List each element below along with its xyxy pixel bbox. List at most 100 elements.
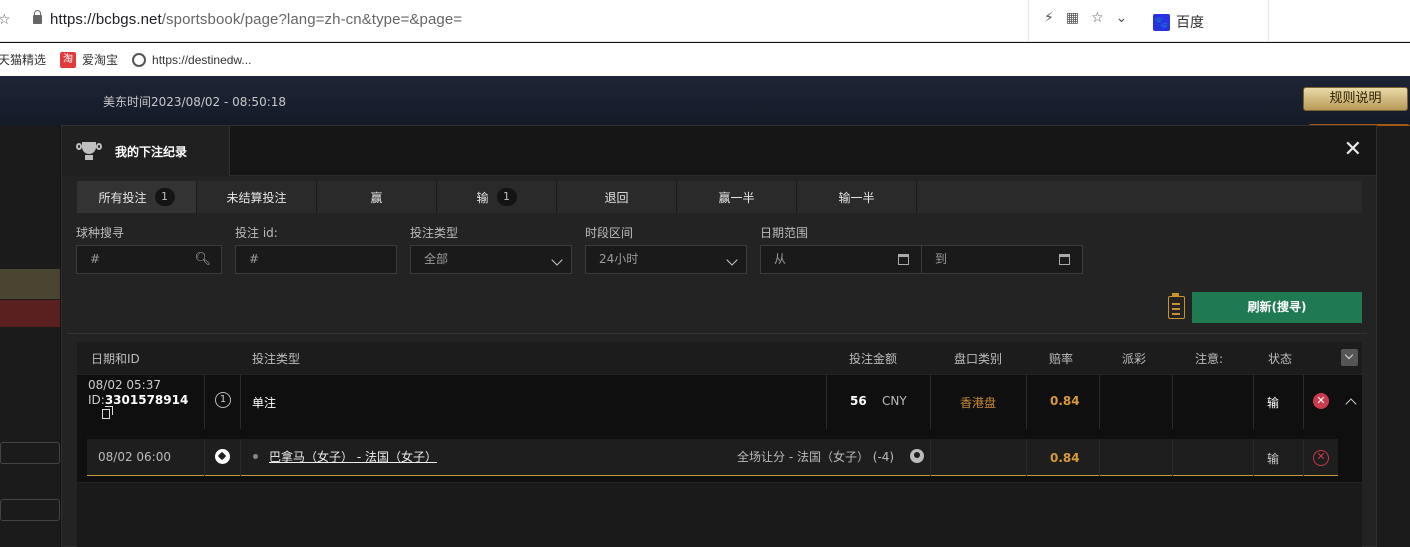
date-from-input[interactable]: 从: [760, 245, 922, 274]
bet-id-input[interactable]: #: [235, 245, 397, 274]
leg-status: 输: [1267, 452, 1280, 466]
favorite-star-icon[interactable]: ☆: [1091, 10, 1104, 26]
background-page-left: [0, 126, 60, 547]
bookmark-label: https://destinedw...: [152, 52, 252, 67]
tab-won[interactable]: 赢: [317, 181, 437, 213]
chevron-up-icon[interactable]: [1345, 398, 1357, 410]
col-bet-type: 投注类型: [252, 352, 301, 366]
table-header: 日期和ID 投注类型 投注金额 盘口类别 赔率 派彩 注意: 状态: [77, 342, 1362, 374]
legs-count-badge: 1: [215, 392, 231, 408]
bet-type-label: 投注类型: [410, 226, 459, 240]
tab-count-badge: 1: [154, 188, 175, 206]
clipboard-icon[interactable]: [1168, 293, 1185, 319]
modal-footer-area: [77, 483, 1362, 547]
tab-label: 输一半: [838, 190, 875, 205]
modal-title-tab: 我的下注纪录: [62, 126, 230, 176]
lightning-icon[interactable]: ⚡: [1044, 10, 1054, 26]
tab-label: 所有投注: [98, 190, 147, 205]
chevron-down-icon: [551, 254, 563, 266]
col-notes: 注意:: [1195, 352, 1224, 366]
tab-refunded[interactable]: 退回: [557, 181, 677, 213]
col-market: 盘口类别: [954, 352, 1003, 366]
date-range-label: 日期范围: [760, 226, 809, 240]
bet-row[interactable]: 08/02 05:37 ID:3301578914 1 单注 56 CNY 香港…: [77, 375, 1362, 429]
close-icon[interactable]: ✕: [1344, 138, 1362, 162]
leg-datetime: 08/02 06:00: [98, 450, 171, 464]
taobao-icon: 淘: [60, 51, 77, 68]
bet-leg-row: 08/02 06:00 巴拿马（女子） - 法国（女子） 全场让分 - 法国（女…: [87, 439, 1338, 476]
bet-history-modal: 我的下注纪录 ✕ 所有投注 1 未结算投注 赢 输 1 退回 赢一半 输一半 球…: [61, 125, 1377, 547]
bookmark-tmall[interactable]: 天猫精选: [0, 51, 46, 68]
modal-header: 我的下注纪录 ✕: [62, 126, 1376, 176]
tab-half-lost[interactable]: 输一半: [797, 181, 917, 213]
bet-datetime: 08/02 05:37: [88, 378, 161, 392]
selection-text: 全场让分 - 法国（女子） (-4): [737, 450, 895, 464]
modal-title: 我的下注纪录: [115, 144, 188, 159]
qr-code-icon[interactable]: ▦: [1066, 10, 1079, 26]
period-label: 时段区间: [585, 226, 634, 240]
col-stake: 投注金额: [849, 352, 898, 366]
tab-label: 赢一半: [718, 190, 755, 205]
tab-label: 赢: [370, 190, 383, 205]
soccer-ball-icon: [215, 449, 230, 464]
bet-type-select[interactable]: 全部: [410, 245, 572, 274]
search-engine[interactable]: 🐾 百度: [1153, 12, 1204, 32]
col-status: 状态: [1268, 352, 1293, 366]
chevron-down-icon[interactable]: ⌄: [1116, 10, 1128, 26]
date-to-input[interactable]: 到: [921, 245, 1083, 274]
calendar-icon[interactable]: [898, 254, 909, 265]
collapse-all-button[interactable]: [1341, 349, 1358, 366]
trophy-icon: [75, 140, 103, 162]
leg-odds: 0.84: [1050, 451, 1080, 465]
rules-button[interactable]: 规则说明: [1303, 87, 1408, 111]
refresh-search-button[interactable]: 刷新(搜寻): [1192, 292, 1362, 323]
background-page-right: [1377, 126, 1410, 547]
match-link[interactable]: 巴拿马（女子） - 法国（女子）: [269, 448, 437, 465]
tab-label: 退回: [604, 190, 629, 205]
baidu-paw-icon: 🐾: [1153, 13, 1170, 31]
tab-label: 未结算投注: [226, 190, 287, 205]
bullet-dot: [253, 454, 258, 459]
user-icon[interactable]: [910, 449, 924, 463]
bet-leg-wrapper: 08/02 06:00 巴拿马（女子） - 法国（女子） 全场让分 - 法国（女…: [77, 429, 1362, 482]
address-bar-icons: ⚡ ▦ ☆ ⌄: [1044, 10, 1127, 26]
bet-id: ID:3301578914: [88, 393, 189, 407]
lock-icon[interactable]: [33, 10, 42, 24]
separator: [1028, 0, 1029, 42]
sport-search-input[interactable]: # 🔍︎: [76, 245, 222, 274]
bet-odds: 0.84: [1050, 394, 1080, 408]
globe-icon: [132, 52, 147, 67]
sport-search-label: 球种搜寻: [76, 226, 125, 240]
bookmark-star-icon[interactable]: ☆: [0, 12, 11, 28]
bookmarks-bar: 天猫精选 淘 爱淘宝 https://destinedw...: [0, 43, 1410, 76]
tab-lost[interactable]: 输 1: [437, 181, 557, 213]
col-payout: 派彩: [1122, 352, 1147, 366]
bet-status: 输: [1267, 396, 1280, 410]
url-field[interactable]: https://bcbgs.net/sportsbook/page?lang=z…: [50, 11, 462, 28]
tab-half-won[interactable]: 赢一半: [677, 181, 797, 213]
stake-amount: 56: [850, 394, 867, 408]
chevron-down-icon: [726, 254, 738, 266]
col-datetime-id: 日期和ID: [91, 352, 140, 366]
market-type: 香港盘: [960, 396, 997, 410]
tab-label: 输: [476, 190, 489, 205]
separator: [1268, 0, 1269, 42]
bookmark-taobao[interactable]: 淘 爱淘宝: [60, 51, 118, 68]
stake-currency: CNY: [882, 394, 907, 408]
lost-status-icon: ✕: [1313, 450, 1329, 466]
bet-filter-tabs: 所有投注 1 未结算投注 赢 输 1 退回 赢一半 输一半: [77, 181, 1362, 213]
search-icon[interactable]: 🔍︎: [194, 246, 211, 273]
bet-id-label: 投注 id:: [235, 226, 278, 240]
divider: [67, 333, 1367, 334]
tab-all-bets[interactable]: 所有投注 1: [77, 181, 197, 213]
search-engine-label: 百度: [1176, 15, 1204, 31]
tab-count-badge: 1: [496, 188, 517, 206]
bookmark-destined[interactable]: https://destinedw...: [132, 52, 252, 67]
lost-status-icon: ✕: [1313, 393, 1329, 409]
period-select[interactable]: 24小时: [585, 245, 747, 274]
calendar-icon[interactable]: [1059, 254, 1070, 265]
site-header: 美东时间2023/08/02 - 08:50:18 规则说明: [0, 76, 1410, 152]
bet-type-value: 单注: [252, 396, 277, 410]
copy-icon[interactable]: [102, 406, 113, 419]
tab-unsettled[interactable]: 未结算投注: [197, 181, 317, 213]
